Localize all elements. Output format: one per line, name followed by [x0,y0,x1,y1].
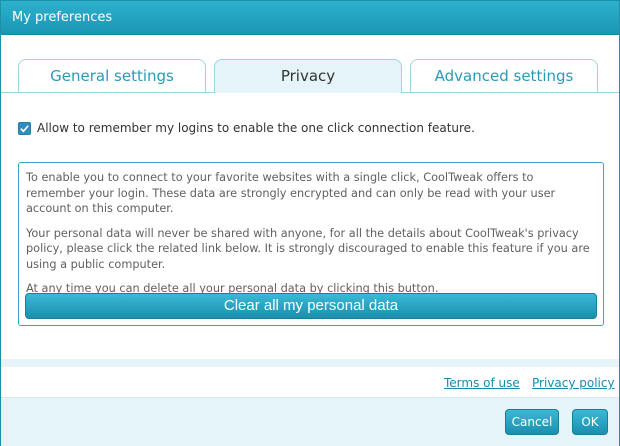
separator-band [1,359,619,367]
privacy-info-box: To enable you to connect to your favorit… [18,162,604,326]
info-paragraph-2: Your personal data will never be shared … [26,226,590,271]
window-title: My preferences [12,10,113,25]
check-icon [20,124,29,132]
preferences-window: My preferences General settings Privacy … [0,0,620,446]
clear-personal-data-button[interactable]: Clear all my personal data [25,293,597,319]
remember-logins-row: Allow to remember my logins to enable th… [18,121,475,135]
ok-button[interactable]: OK [572,409,608,435]
title-bar: My preferences [1,1,619,35]
tab-general-settings[interactable]: General settings [18,59,206,92]
privacy-policy-link[interactable]: Privacy policy [532,376,615,390]
privacy-panel: Allow to remember my logins to enable th… [1,93,619,359]
dialog-footer: Cancel OK [1,397,619,446]
cancel-button[interactable]: Cancel [505,409,559,435]
terms-of-use-link[interactable]: Terms of use [444,376,520,390]
remember-logins-checkbox[interactable] [18,121,31,135]
remember-logins-label: Allow to remember my logins to enable th… [37,121,475,135]
tab-advanced-settings[interactable]: Advanced settings [410,59,598,92]
tab-bar: General settings Privacy Advanced settin… [1,59,619,93]
tab-privacy[interactable]: Privacy [214,59,402,93]
info-paragraph-1: To enable you to connect to your favorit… [26,171,556,215]
